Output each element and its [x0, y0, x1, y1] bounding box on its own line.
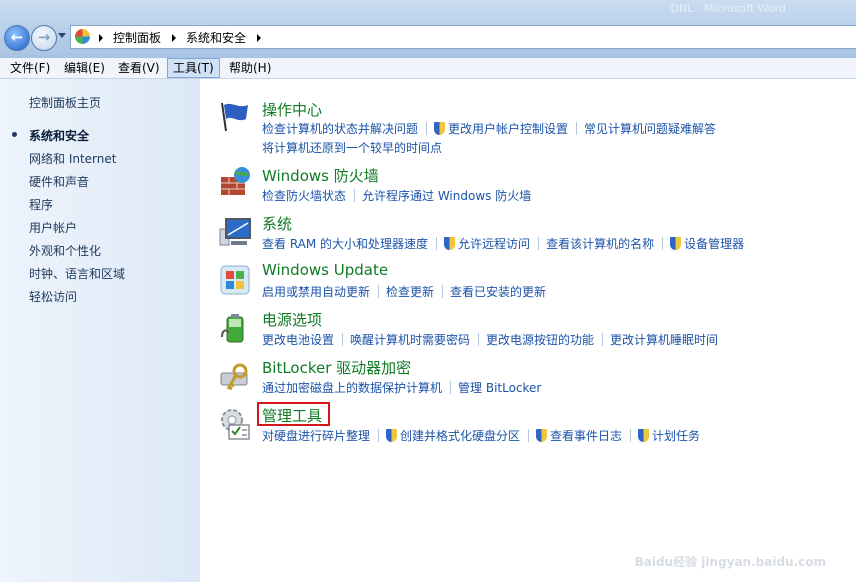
link-separator — [576, 122, 578, 135]
task-link[interactable]: 更改计算机睡眠时间 — [610, 331, 718, 348]
category-title[interactable]: 操作中心 — [262, 99, 322, 120]
sidebar-item-clock-region[interactable]: 时钟、语言和区域 — [29, 265, 125, 282]
chevron-right-icon[interactable] — [172, 34, 176, 42]
uac-shield-icon — [434, 122, 446, 135]
category-links: 启用或禁用自动更新 检查更新 查看已安装的更新 — [262, 283, 546, 300]
category-links: 更改电池设置 唤醒计算机时需要密码 更改电源按钮的功能 更改计算机睡眠时间 — [262, 331, 718, 348]
task-link[interactable]: 管理 BitLocker — [458, 379, 541, 396]
category-links: 查看 RAM 的大小和处理器速度 允许远程访问 查看该计算机的名称 设备管理器 — [262, 235, 744, 252]
link-separator — [528, 429, 530, 442]
category-title[interactable]: Windows 防火墙 — [262, 165, 379, 186]
chevron-right-icon[interactable] — [257, 34, 261, 42]
category-title[interactable]: Windows Update — [262, 261, 388, 279]
menu-edit[interactable]: 编辑(E) — [59, 58, 110, 78]
task-link[interactable]: 创建并格式化硬盘分区 — [400, 427, 520, 444]
link-separator — [354, 189, 356, 202]
windows-update-icon[interactable] — [218, 263, 252, 297]
menu-help[interactable]: 帮助(H) — [224, 58, 276, 78]
task-link[interactable]: 检查计算机的状态并解决问题 — [262, 120, 418, 137]
category-links: 通过加密磁盘上的数据保护计算机 管理 BitLocker — [262, 379, 541, 396]
firewall-icon[interactable] — [218, 165, 252, 199]
task-link[interactable]: 唤醒计算机时需要密码 — [350, 331, 470, 348]
task-link[interactable]: 通过加密磁盘上的数据保护计算机 — [262, 379, 442, 396]
back-button[interactable]: ← — [4, 25, 30, 51]
task-link[interactable]: 检查更新 — [386, 283, 434, 300]
link-separator — [450, 381, 452, 394]
link-separator — [342, 333, 344, 346]
task-link[interactable]: 允许远程访问 — [458, 235, 530, 252]
link-separator — [662, 237, 664, 250]
link-separator — [538, 237, 540, 250]
category-title[interactable]: 系统 — [262, 213, 292, 234]
sidebar-item-appearance[interactable]: 外观和个性化 — [29, 242, 101, 259]
task-link[interactable]: 更改电池设置 — [262, 331, 334, 348]
action-center-flag-icon[interactable] — [218, 99, 252, 133]
link-separator — [378, 429, 380, 442]
menu-view[interactable]: 查看(V) — [113, 58, 165, 78]
uac-shield-icon — [536, 429, 548, 442]
link-separator — [478, 333, 480, 346]
uac-shield-icon — [386, 429, 398, 442]
category-links: 检查防火墙状态 允许程序通过 Windows 防火墙 — [262, 187, 531, 204]
task-link[interactable]: 查看已安装的更新 — [450, 283, 546, 300]
task-link[interactable]: 更改用户帐户控制设置 — [448, 120, 568, 137]
sidebar-home-link[interactable]: 控制面板主页 — [29, 94, 101, 111]
address-bar-area: DNL - Microsoft Word ← → 控制面板 系统和安全 — [0, 0, 856, 58]
link-separator — [426, 122, 428, 135]
category-title[interactable]: BitLocker 驱动器加密 — [262, 357, 411, 378]
power-battery-icon[interactable] — [218, 311, 252, 345]
task-link[interactable]: 检查防火墙状态 — [262, 187, 346, 204]
watermark: Baidu经验 jingyan.baidu.com — [634, 555, 826, 569]
menu-tools[interactable]: 工具(T) — [167, 58, 220, 78]
category-links: 将计算机还原到一个较早的时间点 — [262, 139, 442, 156]
task-link[interactable]: 常见计算机问题疑难解答 — [584, 120, 716, 137]
sidebar-item-system-security[interactable]: 系统和安全 — [29, 127, 89, 144]
task-link[interactable]: 启用或禁用自动更新 — [262, 283, 370, 300]
category-title[interactable]: 电源选项 — [262, 309, 322, 330]
uac-shield-icon — [444, 237, 456, 250]
forward-button[interactable]: → — [31, 25, 57, 51]
system-computer-icon[interactable] — [218, 215, 252, 249]
category-links: 对硬盘进行碎片整理 创建并格式化硬盘分区 查看事件日志 计划任务 — [262, 427, 700, 444]
window-title: DNL - Microsoft Word — [670, 2, 786, 15]
task-link[interactable]: 设备管理器 — [684, 235, 744, 252]
left-navigation: 控制面板主页 系统和安全 网络和 Internet 硬件和声音 程序 用户帐户 … — [0, 79, 200, 582]
task-link[interactable]: 查看 RAM 的大小和处理器速度 — [262, 235, 428, 252]
forward-arrow-icon: → — [37, 28, 51, 46]
back-arrow-icon: ← — [10, 28, 24, 46]
breadcrumb-control-panel[interactable]: 控制面板 — [113, 29, 161, 46]
sidebar-item-network[interactable]: 网络和 Internet — [29, 150, 116, 167]
task-link[interactable]: 允许程序通过 Windows 防火墙 — [362, 187, 531, 204]
sidebar-item-hardware-sound[interactable]: 硬件和声音 — [29, 173, 89, 190]
category-links: 检查计算机的状态并解决问题 更改用户帐户控制设置 常见计算机问题疑难解答 — [262, 120, 716, 137]
uac-shield-icon — [638, 429, 650, 442]
link-separator — [630, 429, 632, 442]
sidebar-item-programs[interactable]: 程序 — [29, 196, 53, 213]
admin-tools-icon[interactable] — [218, 407, 252, 441]
main-content: 操作中心 检查计算机的状态并解决问题 更改用户帐户控制设置 常见计算机问题疑难解答 … — [200, 79, 856, 582]
sidebar-item-user-accounts[interactable]: 用户帐户 — [29, 219, 77, 236]
task-link[interactable]: 计划任务 — [652, 427, 700, 444]
control-panel-icon — [75, 29, 90, 44]
task-link[interactable]: 查看事件日志 — [550, 427, 622, 444]
uac-shield-icon — [670, 237, 682, 250]
link-separator — [442, 285, 444, 298]
recent-pages-dropdown-icon[interactable] — [58, 33, 66, 38]
menu-bar: 文件(F) 编辑(E) 查看(V) 工具(T) 帮助(H) — [0, 58, 856, 79]
menu-file[interactable]: 文件(F) — [5, 58, 55, 78]
task-link[interactable]: 更改电源按钮的功能 — [486, 331, 594, 348]
current-item-bullet — [12, 132, 17, 137]
link-separator — [602, 333, 604, 346]
task-link[interactable]: 对硬盘进行碎片整理 — [262, 427, 370, 444]
link-separator — [378, 285, 380, 298]
highlight-box — [257, 402, 330, 426]
task-link[interactable]: 查看该计算机的名称 — [546, 235, 654, 252]
bitlocker-key-icon[interactable] — [218, 359, 252, 393]
chevron-right-icon[interactable] — [99, 34, 103, 42]
task-link[interactable]: 将计算机还原到一个较早的时间点 — [262, 139, 442, 156]
address-field[interactable]: 控制面板 系统和安全 — [70, 25, 856, 49]
breadcrumb-system-security[interactable]: 系统和安全 — [186, 29, 246, 46]
link-separator — [436, 237, 438, 250]
sidebar-item-ease-access[interactable]: 轻松访问 — [29, 288, 77, 305]
